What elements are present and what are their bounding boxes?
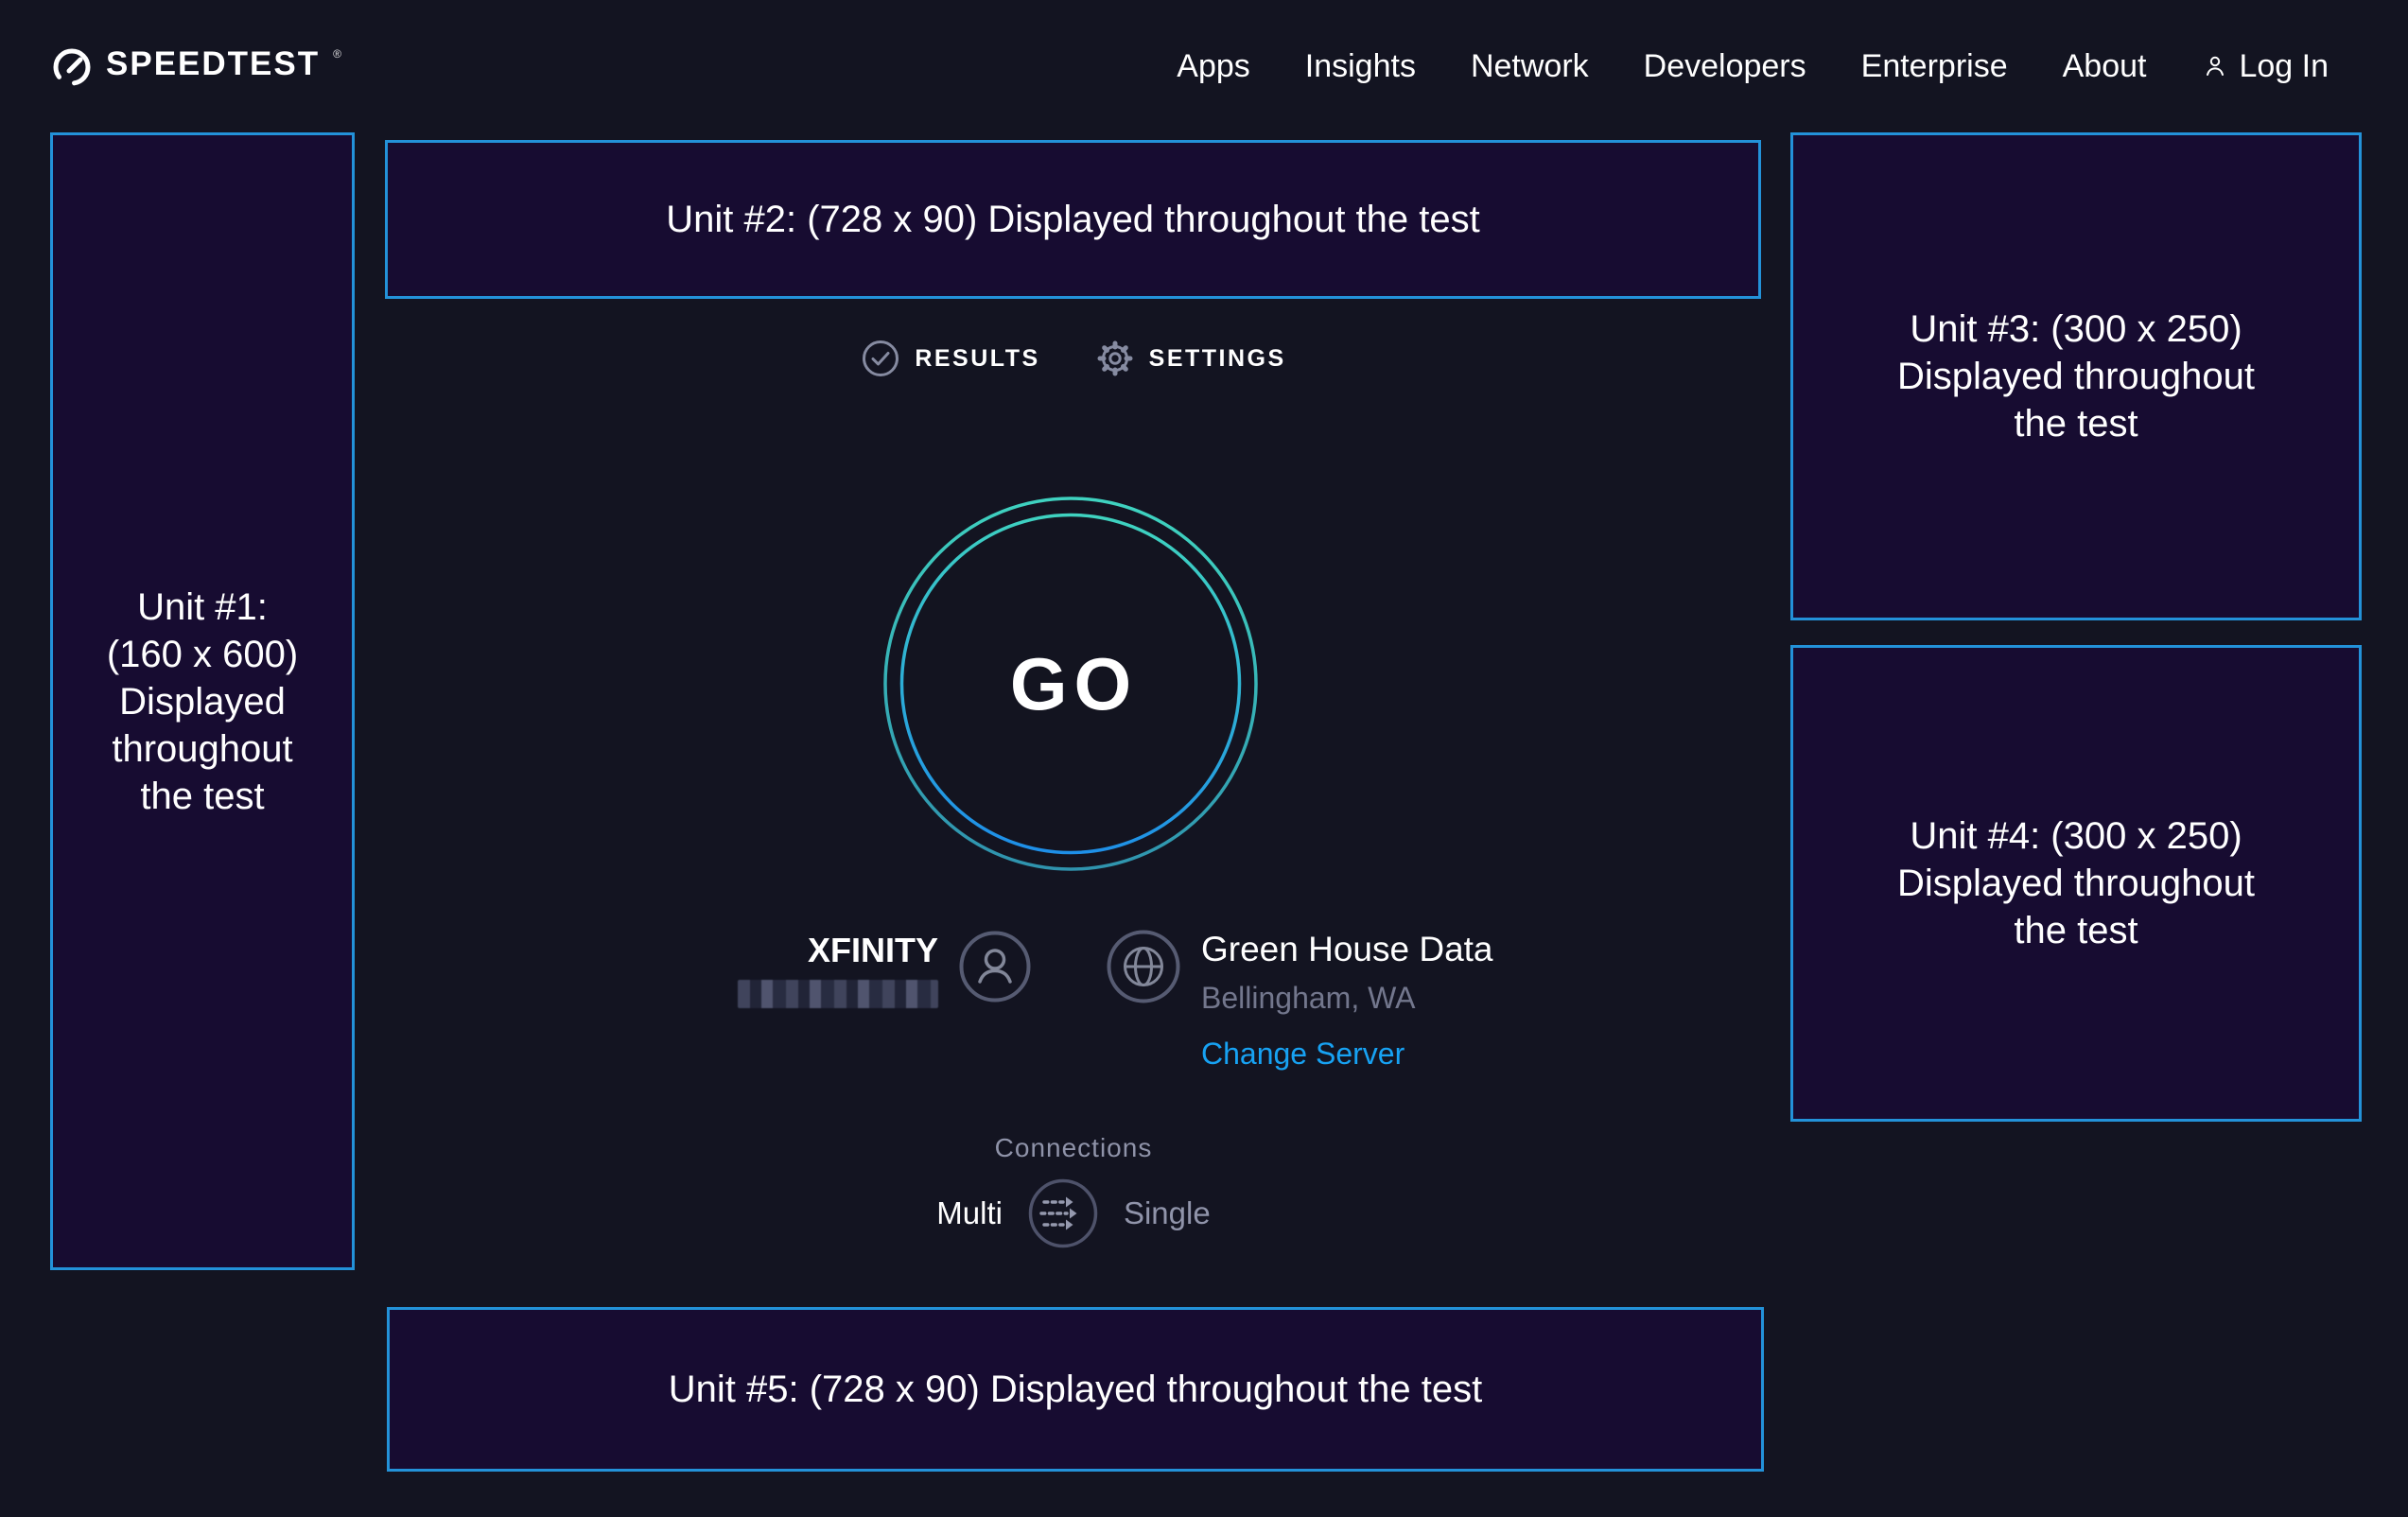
server-info: Green House Data Bellingham, WA Change S… [1107, 930, 1493, 1072]
nav-item-enterprise[interactable]: Enterprise [1861, 48, 2008, 85]
connections-label: Connections [385, 1133, 1762, 1163]
isp-user-icon[interactable] [959, 931, 1031, 1003]
tab-results[interactable]: RESULTS [861, 339, 1039, 378]
ad-unit-3-rectangle[interactable]: Unit #3: (300 x 250) Displayed throughou… [1790, 132, 2362, 620]
server-name: Green House Data [1201, 930, 1493, 969]
nav-item-login[interactable]: Log In [2201, 48, 2329, 85]
tab-settings[interactable]: SETTINGS [1095, 339, 1286, 378]
tab-results-label: RESULTS [915, 345, 1039, 373]
speedtest-logo[interactable]: SPEEDTEST ® [51, 44, 341, 88]
connections-multi-label[interactable]: Multi [936, 1195, 1003, 1231]
go-button[interactable]: GO [881, 495, 1260, 873]
speedometer-icon [51, 46, 93, 88]
top-nav-bar: SPEEDTEST ® Apps Insights Network Develo… [0, 0, 2408, 132]
ad-unit-3-text: Unit #3: (300 x 250) Displayed throughou… [1897, 305, 2255, 447]
nav-item-network[interactable]: Network [1471, 48, 1589, 85]
gear-icon [1095, 339, 1135, 378]
isp-name: XFINITY [808, 931, 938, 970]
login-label: Log In [2239, 48, 2329, 85]
nav-item-about[interactable]: About [2063, 48, 2147, 85]
logo-text: SPEEDTEST [106, 44, 320, 84]
ad-unit-5-leaderboard[interactable]: Unit #5: (728 x 90) Displayed throughout… [387, 1307, 1764, 1472]
change-server-link[interactable]: Change Server [1201, 1037, 1405, 1072]
ad-unit-4-rectangle[interactable]: Unit #4: (300 x 250) Displayed throughou… [1790, 645, 2362, 1122]
ad-unit-2-text: Unit #2: (728 x 90) Displayed throughout… [666, 196, 1480, 243]
ad-unit-1-skyscraper[interactable]: Unit #1: (160 x 600) Displayed throughou… [50, 132, 355, 1270]
connections-multi-arrows-icon[interactable] [1027, 1177, 1099, 1249]
ad-unit-4-text: Unit #4: (300 x 250) Displayed throughou… [1897, 812, 2255, 954]
isp-ip-redacted [738, 980, 938, 1008]
main-nav: Apps Insights Network Developers Enterpr… [1177, 48, 2329, 85]
results-settings-tabs: RESULTS SETTINGS [385, 339, 1762, 378]
check-circle-icon [861, 339, 900, 378]
trademark-symbol: ® [333, 48, 341, 60]
nav-item-insights[interactable]: Insights [1305, 48, 1416, 85]
server-globe-icon[interactable] [1107, 930, 1180, 1003]
nav-item-apps[interactable]: Apps [1177, 48, 1250, 85]
go-button-label: GO [881, 495, 1260, 873]
connections-toggle-row: Multi Single [385, 1177, 1762, 1249]
nav-item-developers[interactable]: Developers [1644, 48, 1806, 85]
isp-info: XFINITY [662, 931, 1031, 1008]
server-location: Bellingham, WA [1201, 981, 1415, 1016]
ad-unit-5-text: Unit #5: (728 x 90) Displayed throughout… [669, 1366, 1483, 1413]
ad-unit-1-text: Unit #1: (160 x 600) Displayed throughou… [107, 584, 298, 820]
tab-settings-label: SETTINGS [1149, 345, 1286, 373]
connections-single-label[interactable]: Single [1124, 1195, 1211, 1231]
ad-unit-2-leaderboard[interactable]: Unit #2: (728 x 90) Displayed throughout… [385, 140, 1761, 299]
person-icon [2201, 52, 2229, 80]
